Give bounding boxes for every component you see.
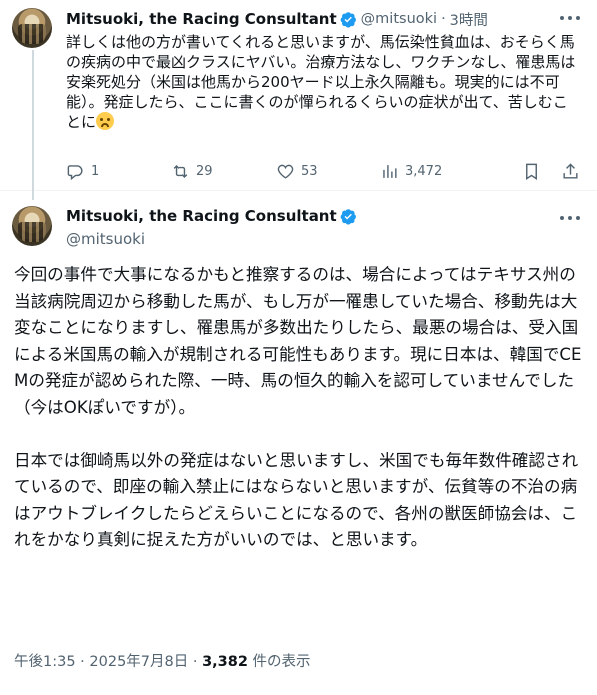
author-handle[interactable]: @mitsuoki (361, 11, 437, 27)
verified-badge-icon (340, 11, 356, 27)
tweet-text-content: 詳しくは他の方が書いてくれると思いますが、馬伝染性貧血は、おそらく馬の疾病の中で… (66, 33, 576, 131)
thread-connector-line (32, 50, 34, 200)
tweet-footer: 午後1:35 · 2025年7月8日 · 3,382 件の表示 (14, 650, 311, 671)
tweet-time[interactable]: 3時間 (450, 9, 488, 30)
views-count: 3,472 (405, 163, 443, 179)
views-chart-icon (383, 164, 397, 178)
tweet-text: 今回の事件で大事になるかもと推察するのは、場合によってはテキサス州の当該病院周辺… (14, 262, 582, 554)
retweet-count: 29 (196, 163, 213, 179)
tweet-main: Mitsuoki, the Racing Consultant @mitsuok… (0, 190, 597, 695)
tweet-timestamp[interactable]: 午後1:35 · 2025年7月8日 · (14, 654, 202, 670)
share-icon[interactable] (561, 162, 580, 181)
bookmark-icon[interactable] (522, 162, 541, 181)
views-button[interactable]: 3,472 (380, 162, 510, 181)
reply-count: 1 (91, 163, 100, 179)
more-options-icon[interactable] (559, 12, 581, 24)
more-options-icon[interactable] (559, 212, 581, 224)
separator-dot: · (441, 11, 446, 27)
tweet-paragraph-1: 今回の事件で大事になるかもと推察するのは、場合によってはテキサス州の当該病院周辺… (14, 265, 582, 417)
tweet-text: 詳しくは他の方が書いてくれると思いますが、馬伝染性貧血は、おそらく馬の疾病の中で… (66, 32, 576, 132)
author-handle[interactable]: @mitsuoki (66, 230, 145, 248)
reply-button[interactable]: 1 (66, 162, 171, 181)
like-button[interactable]: 53 (276, 162, 380, 181)
view-count: 3,382 (202, 654, 248, 670)
tweet-paragraph-2: 日本では御崎馬以外の発症はないと思いますし、米国でも毎年数件確認されているので、… (14, 450, 579, 550)
verified-badge-icon (340, 208, 356, 224)
loudly-crying-face-emoji-icon (96, 112, 115, 130)
retweet-icon (173, 164, 188, 178)
heart-icon (277, 164, 294, 179)
avatar[interactable] (12, 8, 52, 48)
like-count: 53 (301, 163, 318, 179)
action-bar-right (522, 162, 580, 181)
avatar[interactable] (12, 206, 52, 246)
tweet-header: Mitsuoki, the Racing Consultant @mitsuok… (66, 8, 488, 30)
author-name[interactable]: Mitsuoki, the Racing Consultant (66, 10, 337, 28)
action-bar: 1 29 53 3,472 (66, 160, 580, 182)
retweet-button[interactable]: 29 (171, 162, 276, 181)
author-name-row: Mitsuoki, the Racing Consultant (66, 207, 361, 225)
tweet-parent[interactable]: Mitsuoki, the Racing Consultant @mitsuok… (0, 0, 597, 200)
view-label: 件の表示 (247, 654, 311, 670)
author-name[interactable]: Mitsuoki, the Racing Consultant (66, 207, 337, 225)
reply-icon (67, 164, 83, 180)
